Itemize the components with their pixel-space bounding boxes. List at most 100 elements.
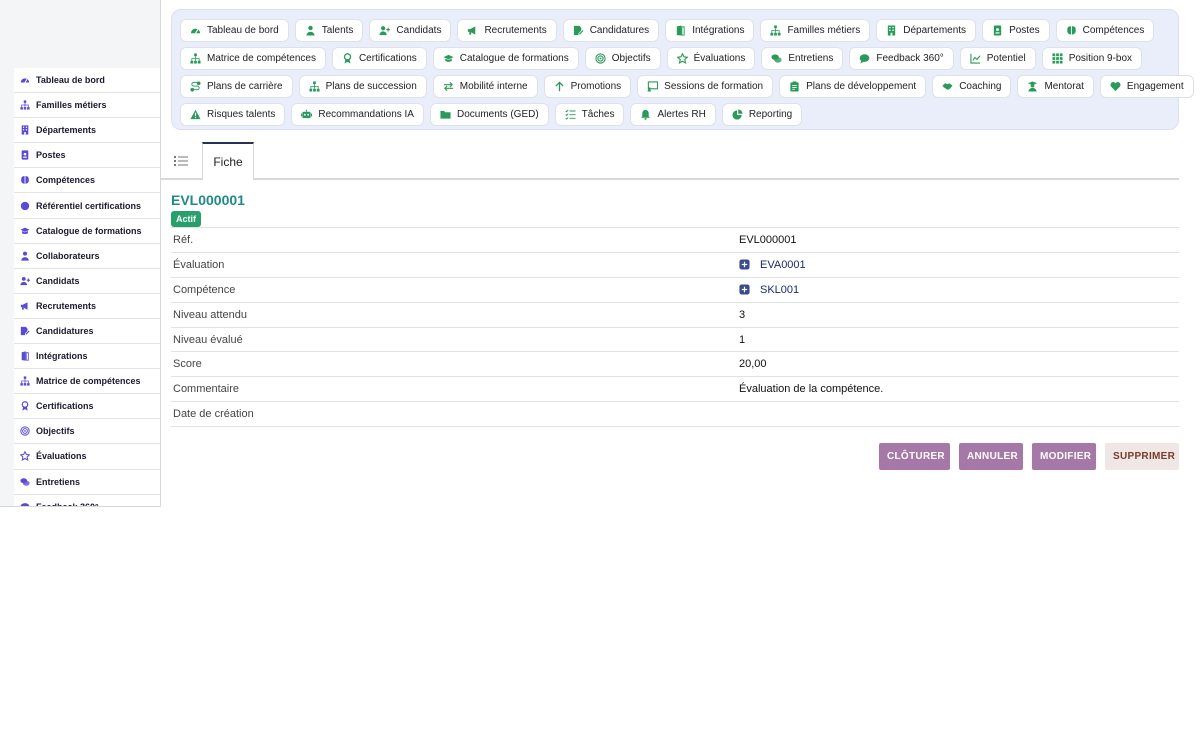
chalkboard-icon bbox=[647, 81, 659, 92]
nav-pill-bullhorn[interactable]: Recrutements bbox=[457, 18, 557, 42]
field-link[interactable]: EVA0001 bbox=[760, 259, 806, 271]
bell-icon bbox=[640, 109, 651, 121]
field-value: EVA0001 bbox=[739, 259, 806, 271]
file-signature-icon bbox=[573, 25, 584, 36]
nav-pill-arrow-up[interactable]: Promotions bbox=[543, 74, 632, 98]
nav-row: Risques talents Recommandations IA Documen… bbox=[180, 101, 1172, 129]
plus-square-icon[interactable] bbox=[739, 284, 750, 295]
nav-pill-label: Évaluations bbox=[693, 52, 746, 64]
nav-pill-sitemap[interactable]: Matrice de compétences bbox=[180, 46, 326, 70]
nav-pill-bullseye[interactable]: Objectifs bbox=[584, 46, 661, 70]
nav-pill-exchange[interactable]: Mobilité interne bbox=[432, 74, 538, 98]
nav-pill-chalkboard[interactable]: Sessions de formation bbox=[637, 74, 774, 98]
sidebar-item-sitemap[interactable]: Matrice de compétences bbox=[14, 369, 160, 395]
nav-pill-label: Entretiens bbox=[788, 52, 834, 64]
sidebar-item-building[interactable]: Départements bbox=[14, 118, 160, 144]
nav-pill-clipboard[interactable]: Plans de développement bbox=[779, 74, 927, 98]
nav-pill-label: Sessions de formation bbox=[664, 80, 764, 92]
nav-pill-comment[interactable]: Feedback 360° bbox=[849, 46, 954, 70]
sidebar-item-bullseye[interactable]: Objectifs bbox=[14, 419, 160, 445]
nav-pill-award[interactable]: Certifications bbox=[331, 46, 427, 70]
sidebar-item-award[interactable]: Certifications bbox=[14, 394, 160, 420]
nav-pill-label: Engagement bbox=[1126, 80, 1184, 92]
sidebar-item-user-plus[interactable]: Candidats bbox=[14, 269, 160, 294]
plus-square-icon[interactable] bbox=[739, 259, 750, 270]
list-icon[interactable] bbox=[174, 154, 188, 168]
nav-pill-chart-pie[interactable]: Reporting bbox=[721, 103, 803, 127]
nav-pill-robot[interactable]: Recommandations IA bbox=[291, 103, 424, 127]
brain-icon bbox=[1066, 25, 1077, 36]
nav-pill-label: Postes bbox=[1009, 24, 1040, 36]
nav-pill-user-graduate[interactable]: Mentorat bbox=[1017, 74, 1094, 98]
annuler-button[interactable]: ANNULER bbox=[959, 443, 1023, 470]
field-value: 1 bbox=[739, 334, 745, 346]
sidebar-item-star[interactable]: Évaluations bbox=[14, 444, 160, 470]
nav-pill-folder[interactable]: Documents (GED) bbox=[429, 103, 549, 127]
nav-pill-graduation-cap[interactable]: Catalogue de formations bbox=[432, 46, 579, 70]
sidebar-item-graduation-cap[interactable]: Catalogue de formations bbox=[14, 219, 160, 244]
user-tie-icon bbox=[305, 25, 316, 36]
field-value: Évaluation de la compétence. bbox=[739, 383, 883, 395]
sidebar-item-certificate[interactable]: Référentiel certifications bbox=[14, 193, 160, 219]
nav-pill-bell[interactable]: Alertes RH bbox=[630, 103, 716, 127]
sidebar-item-sitemap[interactable]: Familles métiers bbox=[14, 93, 160, 119]
award-icon bbox=[342, 52, 353, 64]
sidebar-item-user-tie[interactable]: Collaborateurs bbox=[14, 244, 160, 269]
nav-pill-sitemap[interactable]: Plans de succession bbox=[298, 74, 427, 98]
cloturer-button[interactable]: CLÔTURER bbox=[879, 443, 950, 470]
modifier-button[interactable]: MODIFIER bbox=[1032, 443, 1096, 470]
field-link[interactable]: SKL001 bbox=[760, 284, 799, 296]
nav-pill-label: Reporting bbox=[748, 109, 793, 121]
nav-pill-dashboard[interactable]: Tableau de bord bbox=[180, 18, 289, 42]
field-text: 20,00 bbox=[739, 358, 767, 371]
sidebar-item-label: Tableau de bord bbox=[36, 75, 105, 86]
user-plus-icon bbox=[379, 25, 391, 36]
sidebar-item-comment[interactable]: Feedback 360° bbox=[14, 495, 160, 506]
nav-pill-handshake[interactable]: Coaching bbox=[932, 74, 1012, 98]
nav-pill-route[interactable]: Plans de carrière bbox=[180, 74, 293, 98]
field-row: Score 20,00 bbox=[171, 352, 1179, 378]
nav-pill-heart[interactable]: Engagement bbox=[1099, 74, 1194, 98]
sidebar-item-brain[interactable]: Compétences bbox=[14, 168, 160, 194]
nav-pill-label: Départements bbox=[903, 24, 967, 36]
nav-pill-door-open[interactable]: Intégrations bbox=[665, 18, 755, 42]
nav-pill-file-signature[interactable]: Candidatures bbox=[562, 18, 660, 42]
tab-fiche[interactable]: Fiche bbox=[202, 142, 254, 180]
nav-pill-label: Plans de développement bbox=[806, 80, 917, 92]
supprimer-button[interactable]: SUPPRIMER bbox=[1105, 443, 1179, 470]
sidebar-item-comments[interactable]: Entretiens bbox=[14, 470, 160, 495]
nav-pill-star[interactable]: Évaluations bbox=[666, 46, 756, 70]
nav-pill-grid[interactable]: Position 9-box bbox=[1041, 46, 1143, 70]
sidebar-item-file-signature[interactable]: Candidatures bbox=[14, 319, 160, 345]
field-row: Commentaire Évaluation de la compétence. bbox=[171, 377, 1179, 403]
sidebar-item-id-badge[interactable]: Postes bbox=[14, 143, 160, 169]
tasks-icon bbox=[565, 109, 576, 120]
field-label: Niveau évalué bbox=[173, 333, 243, 346]
nav-pill-user-tie[interactable]: Talents bbox=[294, 18, 364, 42]
field-label: Évaluation bbox=[173, 258, 225, 271]
nav-pill-id-badge[interactable]: Postes bbox=[982, 18, 1050, 42]
nav-pill-building[interactable]: Départements bbox=[876, 18, 977, 42]
sidebar-item-label: Objectifs bbox=[36, 426, 75, 437]
brain-icon bbox=[20, 175, 30, 185]
sidebar-item-bullhorn[interactable]: Recrutements bbox=[14, 294, 160, 319]
nav-pill-comments[interactable]: Entretiens bbox=[761, 46, 844, 70]
sitemap-icon bbox=[20, 100, 30, 110]
nav-pill-brain[interactable]: Compétences bbox=[1055, 18, 1155, 42]
nav-pill-label: Coaching bbox=[959, 80, 1002, 92]
nav-pill-user-plus[interactable]: Candidats bbox=[369, 18, 452, 42]
field-row: Compétence SKL001 bbox=[171, 278, 1179, 303]
sidebar-item-door-open[interactable]: Intégrations bbox=[14, 344, 160, 370]
sidebar-item-dashboard[interactable]: Tableau de bord bbox=[14, 68, 160, 94]
comment-icon bbox=[20, 502, 30, 506]
nav-pill-label: Compétences bbox=[1082, 24, 1145, 36]
sitemap-icon bbox=[190, 53, 201, 64]
file-signature-icon bbox=[20, 326, 30, 336]
nav-pill-warning[interactable]: Risques talents bbox=[180, 103, 286, 127]
nav-pill-sitemap[interactable]: Familles métiers bbox=[760, 18, 871, 42]
folder-icon bbox=[440, 109, 451, 120]
nav-pill-chart-line[interactable]: Potentiel bbox=[959, 46, 1036, 70]
warning-icon bbox=[190, 109, 201, 120]
arrow-up-icon bbox=[554, 81, 565, 92]
nav-pill-tasks[interactable]: Tâches bbox=[554, 103, 625, 127]
